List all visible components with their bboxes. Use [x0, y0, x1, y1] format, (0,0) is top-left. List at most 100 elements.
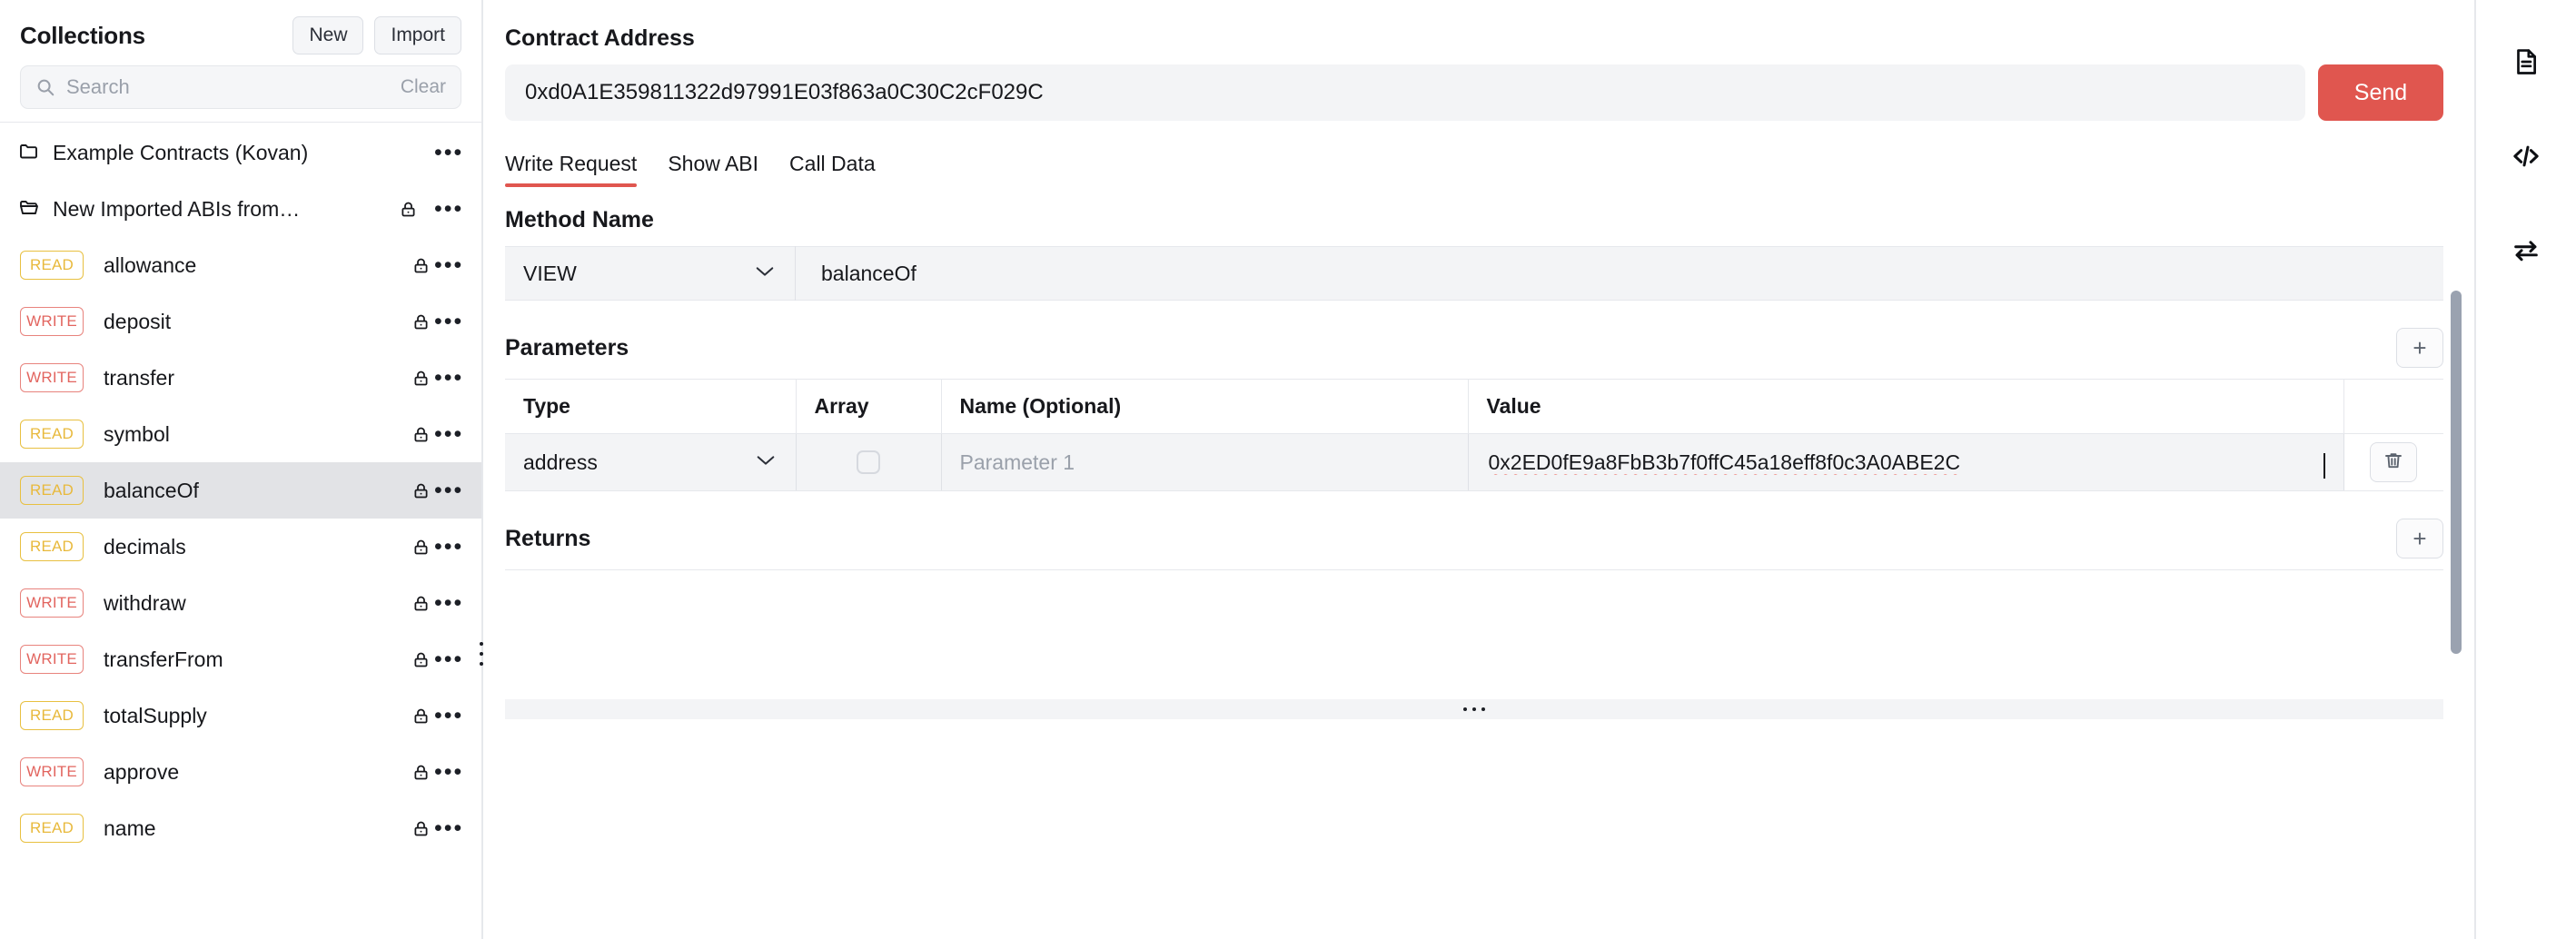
delete-parameter-button[interactable] — [2370, 442, 2418, 482]
tab-call-data[interactable]: Call Data — [789, 152, 892, 187]
new-collection-button[interactable]: New — [292, 16, 364, 54]
sidebar-item-label: name — [104, 815, 156, 840]
vertical-scrollbar[interactable] — [2451, 291, 2462, 654]
cell-type: address — [505, 433, 797, 491]
column-header-type: Type — [505, 380, 797, 434]
method-menu-button[interactable]: ••• — [431, 705, 461, 727]
param-actions — [2344, 434, 2444, 490]
lock-icon — [411, 369, 431, 388]
panel-resize-handle[interactable] — [505, 699, 2443, 719]
folder-closed-icon — [18, 140, 40, 166]
method-menu-button[interactable]: ••• — [431, 817, 461, 840]
method-kind-badge: WRITE — [20, 363, 84, 392]
returns-header: Returns + — [505, 491, 2443, 570]
contract-address-row: Send — [483, 52, 2474, 121]
method-menu-button[interactable]: ••• — [431, 311, 461, 333]
sidebar-item-balanceOf[interactable]: READ balanceOf ••• — [0, 462, 481, 519]
sidebar-item-decimals[interactable]: READ decimals ••• — [0, 519, 481, 575]
cell-actions — [2343, 433, 2444, 491]
param-value-cell: 0x2ED0fE9a8FbB3b7f0ffC45a18eff8f0c3A0ABE… — [1469, 434, 2343, 490]
sidebar-item-label: transferFrom — [104, 647, 223, 671]
method-name-value[interactable]: balanceOf — [796, 262, 2443, 286]
sidebar-item-transferFrom[interactable]: WRITE transferFrom ••• — [0, 631, 481, 687]
column-header-array: Array — [796, 380, 942, 434]
method-kind-badge: READ — [20, 251, 84, 280]
search-icon — [35, 77, 55, 97]
import-collection-button[interactable]: Import — [374, 16, 461, 54]
method-menu-button[interactable]: ••• — [431, 592, 461, 615]
method-menu-button[interactable]: ••• — [431, 761, 461, 784]
trash-icon — [2383, 450, 2404, 475]
tab-show-abi[interactable]: Show ABI — [668, 152, 775, 187]
method-menu-button[interactable]: ••• — [431, 254, 461, 277]
method-menu-button[interactable]: ••• — [431, 536, 461, 558]
text-cursor — [2323, 453, 2325, 479]
folder-open-icon — [18, 196, 40, 222]
method-kind-badge: READ — [20, 476, 84, 505]
method-kind-badge: READ — [20, 814, 84, 843]
request-panel: Contract Address Send Write Request Show… — [483, 0, 2474, 939]
sidebar-item-withdraw[interactable]: WRITE withdraw ••• — [0, 575, 481, 631]
method-menu-button[interactable]: ••• — [431, 648, 461, 671]
search-input[interactable] — [66, 75, 382, 99]
app-root: Collections New Import Clear — [0, 0, 2576, 939]
folder-menu-button[interactable]: ••• — [431, 198, 461, 221]
table-header-row: Type Array Name (Optional) Value — [505, 380, 2443, 434]
sidebar-item-transfer[interactable]: WRITE transfer ••• — [0, 350, 481, 406]
tab-write-request[interactable]: Write Request — [505, 152, 653, 187]
method-menu-button[interactable]: ••• — [431, 367, 461, 390]
chevron-down-icon — [756, 452, 776, 472]
folder-label: New Imported ABIs from… — [53, 196, 301, 221]
sidebar-item-allowance[interactable]: READ allowance ••• — [0, 237, 481, 293]
sidebar-item-symbol[interactable]: READ symbol ••• — [0, 406, 481, 462]
folder-label: Example Contracts (Kovan) — [53, 140, 309, 164]
method-kind-badge: WRITE — [20, 307, 84, 336]
method-menu-button[interactable]: ••• — [431, 423, 461, 446]
sidebar-item-label: totalSupply — [104, 703, 207, 727]
collection-folder-new-imported-abis[interactable]: New Imported ABIs from… ••• — [0, 181, 481, 237]
cell-array — [796, 433, 942, 491]
param-value-input[interactable]: 0x2ED0fE9a8FbB3b7f0ffC45a18eff8f0c3A0ABE… — [1489, 450, 2310, 475]
param-type-select[interactable]: address — [505, 434, 796, 490]
code-icon[interactable] — [2501, 131, 2551, 182]
parameters-header: Parameters + — [505, 301, 2443, 380]
sidebar-resize-handle[interactable] — [474, 627, 489, 681]
sidebar-item-totalSupply[interactable]: READ totalSupply ••• — [0, 687, 481, 744]
collection-folder-example-contracts[interactable]: Example Contracts (Kovan) ••• — [0, 124, 481, 181]
param-array-cell — [797, 434, 941, 490]
send-button[interactable]: Send — [2318, 64, 2443, 121]
sidebar-item-name[interactable]: READ name ••• — [0, 800, 481, 856]
method-menu-button[interactable]: ••• — [431, 479, 461, 502]
param-type-value: address — [523, 450, 598, 474]
mutability-select[interactable]: VIEW — [505, 246, 796, 301]
cell-name: Parameter 1 — [941, 433, 1469, 491]
sidebar-item-label: approve — [104, 759, 180, 784]
sidebar-item-label: allowance — [104, 252, 197, 277]
folder-menu-button[interactable]: ••• — [431, 142, 461, 164]
lock-icon — [411, 763, 431, 782]
search-box[interactable]: Clear — [20, 65, 461, 109]
returns-label: Returns — [505, 525, 591, 551]
sidebar-item-deposit[interactable]: WRITE deposit ••• — [0, 293, 481, 350]
lock-icon — [411, 650, 431, 669]
collections-sidebar: Collections New Import Clear — [0, 0, 483, 939]
column-header-actions — [2343, 380, 2443, 434]
param-array-checkbox[interactable] — [857, 450, 880, 474]
table-row: address Parameter 1 0x2ED0fE9a8FbB3b7f0f… — [505, 433, 2444, 491]
swap-arrows-icon[interactable] — [2501, 225, 2551, 276]
lock-icon — [411, 312, 431, 331]
request-tabs: Write Request Show ABI Call Data — [483, 121, 2474, 187]
lock-icon — [411, 594, 431, 613]
cell-value: 0x2ED0fE9a8FbB3b7f0ffC45a18eff8f0c3A0ABE… — [1468, 433, 2344, 491]
param-name-input[interactable]: Parameter 1 — [942, 434, 1468, 490]
sidebar-item-approve[interactable]: WRITE approve ••• — [0, 744, 481, 800]
lock-icon — [399, 200, 418, 219]
add-parameter-button[interactable]: + — [2396, 328, 2443, 368]
method-kind-badge: WRITE — [20, 588, 84, 618]
sidebar-item-label: transfer — [104, 365, 174, 390]
lock-icon — [411, 256, 431, 275]
search-clear-button[interactable]: Clear — [393, 76, 446, 98]
document-icon[interactable] — [2501, 36, 2551, 87]
add-return-button[interactable]: + — [2396, 519, 2443, 558]
contract-address-input[interactable] — [505, 64, 2305, 121]
